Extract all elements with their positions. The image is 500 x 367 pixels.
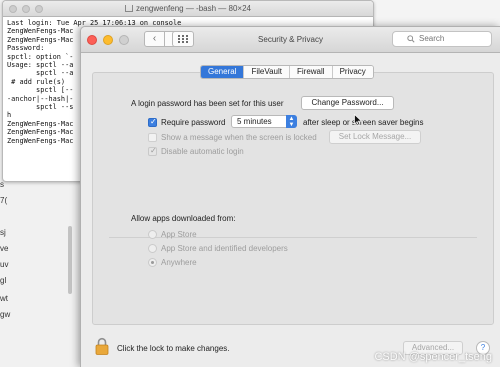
require-password-label: Require password: [161, 118, 226, 127]
sidebar-fragment: sj: [0, 228, 6, 237]
sidebar-fragment: 7(: [0, 196, 8, 205]
mouse-cursor-icon: [354, 114, 362, 126]
show-message-label: Show a message when the screen is locked: [161, 133, 317, 142]
tab-bar: General FileVault Firewall Privacy: [200, 65, 374, 79]
updown-arrows-icon: ▲ ▼: [286, 115, 297, 128]
watermark: CSDN @spencer_tseng: [374, 351, 492, 363]
disable-auto-login-label: Disable automatic login: [161, 147, 244, 156]
home-folder-icon: [125, 5, 134, 12]
require-password-delay-value: 5 minutes: [237, 117, 272, 126]
radio-app-store-label: App Store: [161, 230, 197, 239]
login-password-text: A login password has been set for this u…: [131, 99, 284, 108]
after-sleep-label: after sleep or screen saver begins: [303, 118, 424, 127]
lock-icon[interactable]: [95, 337, 109, 355]
tab-firewall[interactable]: Firewall: [290, 66, 333, 78]
set-lock-message-button[interactable]: Set Lock Message...: [329, 130, 421, 144]
sidebar-fragment: gw: [0, 310, 11, 319]
general-pane: A login password has been set for this u…: [92, 72, 494, 325]
sidebar-fragment: ve: [0, 244, 9, 253]
show-message-checkbox[interactable]: [148, 133, 157, 142]
terminal-title-text: zengwenfeng — -bash — 80×24: [136, 4, 251, 13]
search-field[interactable]: [392, 31, 492, 47]
search-input[interactable]: [419, 34, 479, 43]
tab-filevault[interactable]: FileVault: [244, 66, 290, 78]
radio-app-store[interactable]: [148, 230, 157, 239]
tab-general[interactable]: General: [201, 66, 245, 78]
search-icon: [407, 35, 415, 43]
allow-apps-heading: Allow apps downloaded from:: [131, 214, 236, 223]
disable-auto-login-checkbox[interactable]: [148, 146, 157, 156]
radio-anywhere[interactable]: [148, 258, 157, 267]
sidebar-fragment: gl: [0, 276, 7, 285]
sidebar-scrollbar[interactable]: [68, 226, 72, 294]
radio-anywhere-label: Anywhere: [161, 258, 197, 267]
require-password-delay-select[interactable]: 5 minutes ▲ ▼: [231, 115, 297, 128]
terminal-title: zengwenfeng — -bash — 80×24: [3, 4, 373, 13]
terminal-titlebar[interactable]: zengwenfeng — -bash — 80×24: [3, 1, 373, 17]
radio-identified-developers[interactable]: [148, 244, 157, 253]
radio-identified-developers-label: App Store and identified developers: [161, 244, 288, 253]
tab-privacy[interactable]: Privacy: [332, 66, 373, 78]
change-password-button[interactable]: Change Password...: [301, 96, 394, 110]
window-titlebar[interactable]: ‹ › Security & Privacy: [81, 27, 500, 53]
sidebar-fragment: wt: [0, 294, 8, 303]
security-privacy-window[interactable]: ‹ › Security & Privacy General FileVault…: [80, 26, 500, 367]
lock-message: Click the lock to make changes.: [117, 344, 230, 353]
sidebar-fragment: uv: [0, 260, 9, 269]
require-password-checkbox[interactable]: [148, 117, 157, 127]
